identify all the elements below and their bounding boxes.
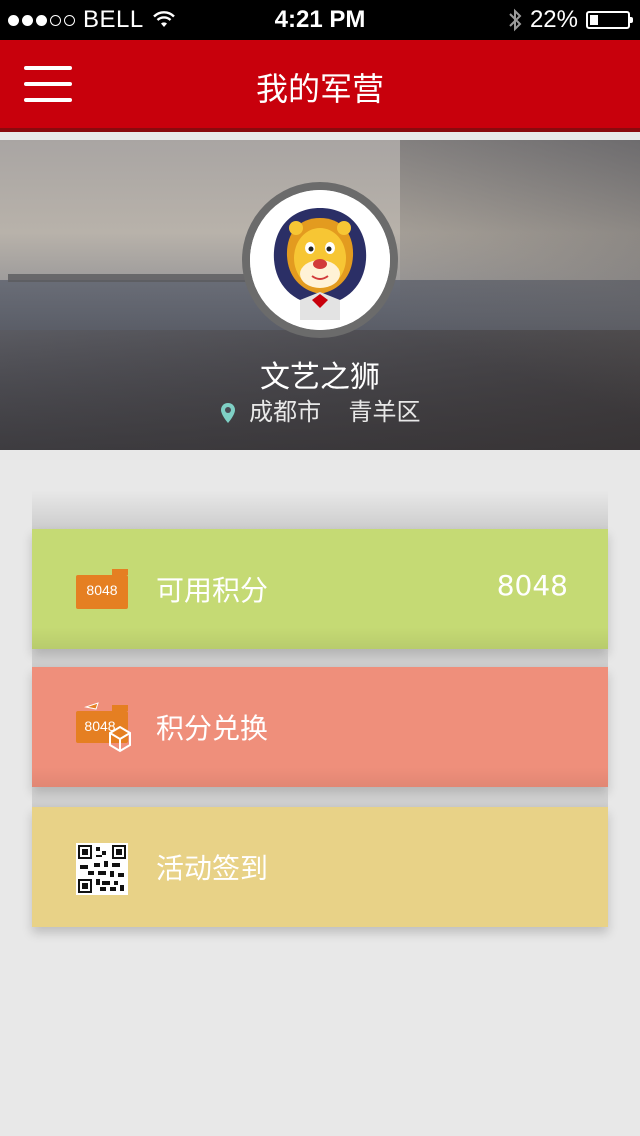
qr-code-graphic (76, 843, 128, 895)
points-box-icon: 8048 (76, 565, 128, 617)
points-exchange-icon: 8048 (76, 702, 131, 755)
location-city: 成都市 (249, 398, 322, 426)
status-bar: BELL 4:21 PM 22% (0, 0, 640, 40)
battery-level (590, 15, 598, 25)
status-right: 22% (508, 6, 633, 34)
points-exchange-label: 积分兑换 (156, 712, 269, 745)
location-district: 青羊区 (348, 398, 421, 426)
card-shadow (32, 490, 608, 530)
map-pin-icon (220, 403, 235, 423)
qr-code-icon (76, 843, 128, 895)
page-title: 我的军营 (255, 70, 384, 108)
activity-checkin-label: 活动签到 (156, 852, 269, 885)
activity-checkin-card[interactable]: 活动签到 (32, 807, 608, 927)
card-shadow (32, 767, 608, 807)
lion-avatar-icon (250, 190, 390, 330)
battery-icon (586, 11, 633, 29)
battery-percent: 22% (529, 6, 578, 33)
profile-header: 文艺之狮 成都市 青羊区 (0, 140, 640, 450)
available-points-value: 8048 (496, 569, 568, 602)
user-location: 成都市 青羊区 (0, 392, 640, 427)
avatar[interactable] (242, 182, 398, 338)
bluetooth-icon (509, 8, 522, 32)
nav-divider (0, 128, 640, 132)
nav-bar: 我的军营 (0, 40, 640, 128)
available-points-label: 可用积分 (156, 574, 269, 607)
card-shadow (32, 627, 608, 667)
pier-silhouette (8, 274, 268, 282)
user-name: 文艺之狮 (260, 360, 380, 395)
